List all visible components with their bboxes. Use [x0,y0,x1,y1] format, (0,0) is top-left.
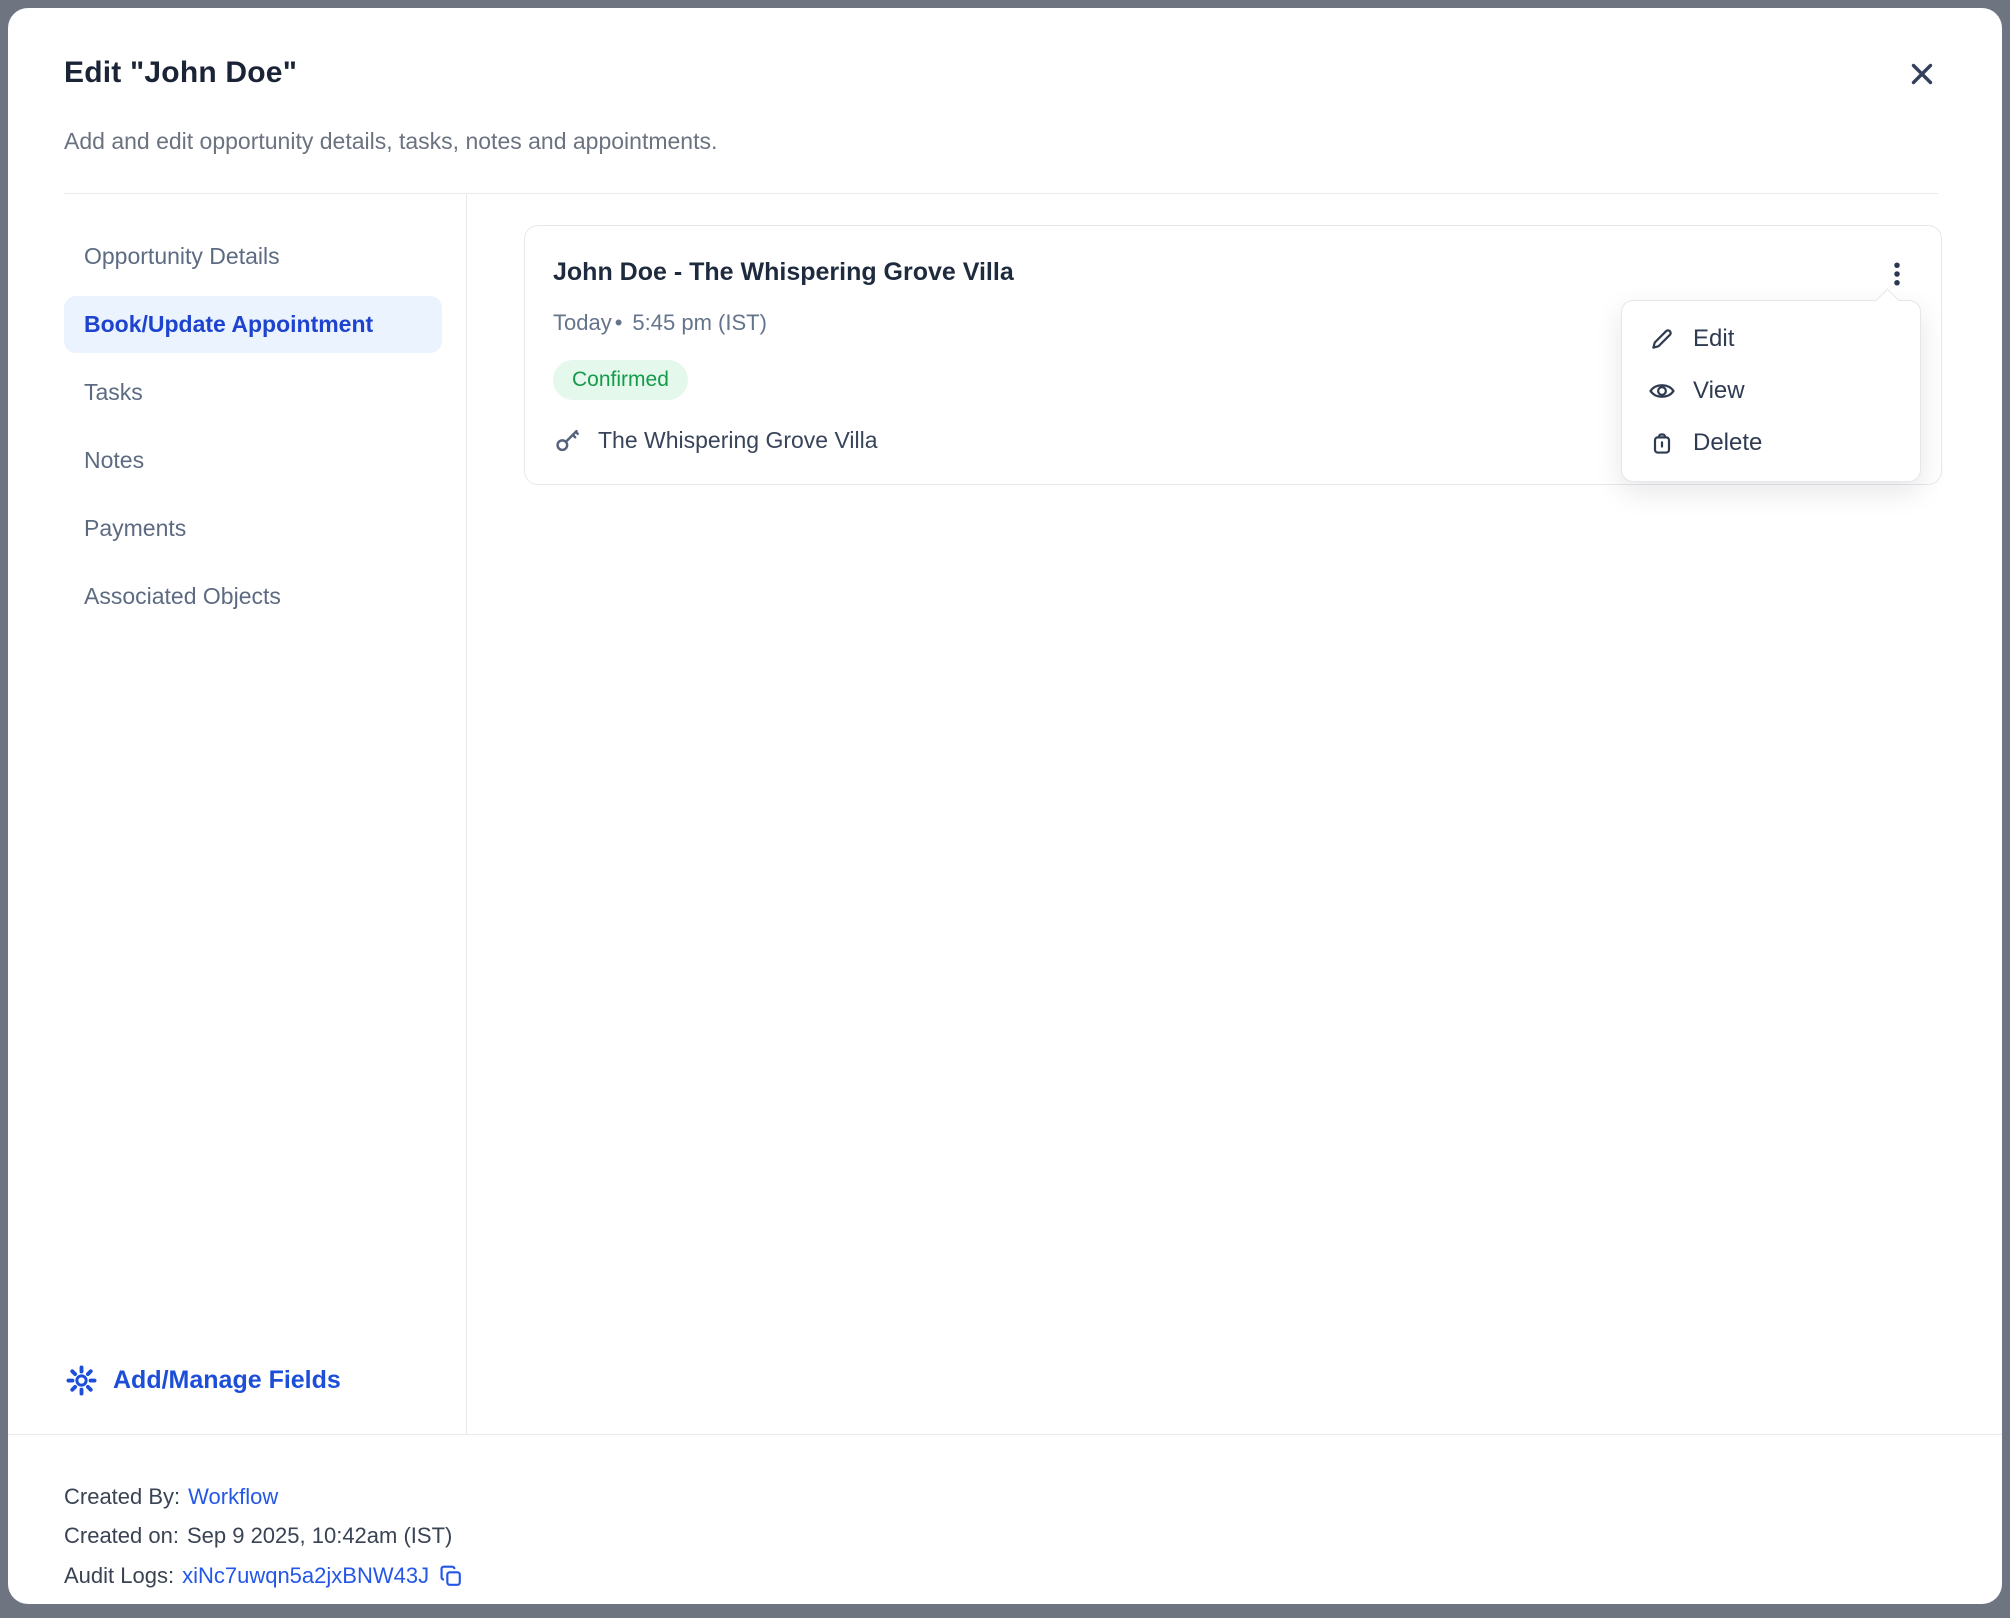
appointment-date: Today [553,310,612,336]
menu-item-label: View [1693,377,1745,405]
created-on-label: Created on: [64,1524,179,1548]
modal-subtitle: Add and edit opportunity details, tasks,… [64,128,1938,155]
sidebar-item-label: Opportunity Details [84,243,280,269]
sidebar-item-opportunity-details[interactable]: Opportunity Details [64,228,442,285]
close-button[interactable] [1900,52,1944,96]
sidebar-item-label: Book/Update Appointment [84,311,373,337]
sidebar-item-payments[interactable]: Payments [64,500,442,557]
menu-item-delete[interactable]: Delete [1622,417,1920,469]
created-by-row: Created By: Workflow [64,1485,1946,1509]
created-on-row: Created on: Sep 9 2025, 10:42am (IST) [64,1524,1946,1548]
menu-item-label: Edit [1693,325,1734,353]
sidebar-item-label: Associated Objects [84,583,281,609]
pencil-icon [1648,325,1676,353]
kebab-menu-button[interactable] [1875,252,1919,296]
sidebar-item-label: Tasks [84,379,143,405]
appointment-time-value: 5:45 pm (IST) [632,310,766,336]
context-menu: Edit View [1621,300,1921,482]
sidebar-item-tasks[interactable]: Tasks [64,364,442,421]
appointment-title: John Doe - The Whispering Grove Villa [553,252,1014,287]
sidebar: Opportunity Details Book/Update Appointm… [8,194,467,1434]
sidebar-item-label: Payments [84,515,186,541]
copy-icon [438,1563,464,1589]
sidebar-item-book-update-appointment[interactable]: Book/Update Appointment [64,296,442,353]
sidebar-item-notes[interactable]: Notes [64,432,442,489]
key-icon [553,426,581,454]
appointment-card: John Doe - The Whispering Grove Villa To… [524,225,1942,485]
audit-logs-row: Audit Logs: xiNc7uwqn5a2jxBNW43J [64,1563,1946,1589]
eye-icon [1648,377,1676,405]
created-by-label: Created By: [64,1485,180,1509]
resource-name: The Whispering Grove Villa [598,427,878,454]
copy-button[interactable] [438,1563,464,1589]
close-icon [1905,57,1939,91]
gear-icon [66,1365,97,1396]
sidebar-item-associated-objects[interactable]: Associated Objects [64,568,442,625]
modal-footer: Created By: Workflow Created on: Sep 9 2… [8,1435,2002,1604]
audit-logs-label: Audit Logs: [64,1564,174,1588]
sidebar-item-label: Notes [84,447,144,473]
add-manage-fields-label: Add/Manage Fields [113,1366,341,1395]
status-badge: Confirmed [553,360,688,400]
menu-item-view[interactable]: View [1622,365,1920,417]
created-on-value: Sep 9 2025, 10:42am (IST) [187,1524,452,1548]
separator-dot: • [615,310,623,336]
menu-item-label: Delete [1693,429,1762,457]
main-content: John Doe - The Whispering Grove Villa To… [467,194,2002,1434]
menu-item-edit[interactable]: Edit [1622,313,1920,365]
sidebar-nav: Opportunity Details Book/Update Appointm… [64,228,442,636]
edit-opportunity-modal: Edit "John Doe" Add and edit opportunity… [8,8,2002,1604]
audit-logs-link[interactable]: xiNc7uwqn5a2jxBNW43J [182,1564,429,1588]
add-manage-fields-button[interactable]: Add/Manage Fields [64,1359,442,1402]
kebab-menu-icon [1882,259,1912,289]
created-by-link[interactable]: Workflow [188,1485,278,1509]
trash-icon [1648,429,1676,457]
modal-header: Edit "John Doe" Add and edit opportunity… [8,8,2002,194]
modal-title: Edit "John Doe" [64,56,297,90]
